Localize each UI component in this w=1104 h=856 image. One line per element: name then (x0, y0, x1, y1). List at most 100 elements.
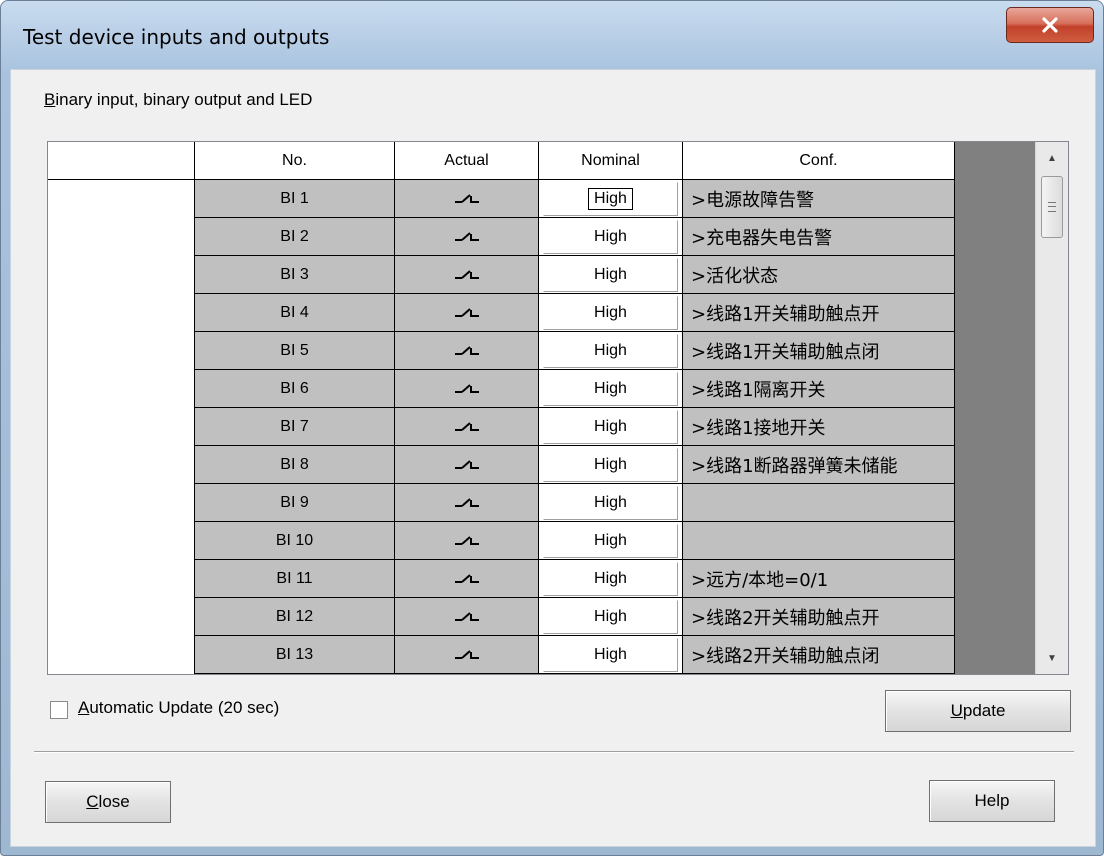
switch-open-icon (454, 649, 479, 659)
nominal-button[interactable]: High (543, 561, 678, 596)
cell-conf: >电源故障告警 (683, 180, 955, 218)
cell-no: BI 6 (195, 370, 395, 408)
vertical-scrollbar[interactable]: ▲ ▼ (1035, 142, 1068, 674)
cell-no: BI 9 (195, 484, 395, 522)
cell-actual (395, 332, 539, 370)
cell-nominal[interactable]: High (539, 598, 683, 636)
cell-actual (395, 484, 539, 522)
window-title: Test device inputs and outputs (23, 25, 330, 49)
nominal-value: High (594, 531, 627, 549)
column-header-conf[interactable]: Conf. (683, 142, 955, 180)
switch-open-icon (454, 269, 479, 279)
nominal-button[interactable]: High (543, 257, 678, 292)
corner-header-cell (48, 142, 195, 180)
cell-no: BI 3 (195, 256, 395, 294)
cell-nominal[interactable]: High (539, 636, 683, 674)
switch-open-icon (454, 193, 479, 203)
column-header-no[interactable]: No. (195, 142, 395, 180)
auto-update-checkbox[interactable] (50, 701, 68, 719)
cell-conf: >线路2开关辅助触点开 (683, 598, 955, 636)
close-button[interactable]: Close (45, 781, 171, 823)
divider (34, 751, 1074, 753)
cell-conf: >线路1断路器弹簧未储能 (683, 446, 955, 484)
io-grid: No. Actual Nominal Conf. BI 1 High >电源故障告警… (47, 141, 1069, 675)
nominal-value: High (594, 493, 627, 511)
switch-open-icon (454, 345, 479, 355)
cell-actual (395, 256, 539, 294)
cell-no: BI 13 (195, 636, 395, 674)
cell-no: BI 8 (195, 446, 395, 484)
cell-actual (395, 598, 539, 636)
nominal-button[interactable]: High (543, 295, 678, 330)
scroll-up-arrow-icon[interactable]: ▲ (1036, 142, 1068, 174)
cell-actual (395, 218, 539, 256)
scroll-down-arrow-icon[interactable]: ▼ (1036, 642, 1068, 674)
cell-actual (395, 522, 539, 560)
nominal-value: High (594, 645, 627, 663)
nominal-button[interactable]: High (543, 409, 678, 444)
nominal-value: High (594, 227, 627, 245)
nominal-value: High (594, 303, 627, 321)
dialog-client-area: Binary input, binary output and LED No. … (10, 69, 1096, 847)
auto-update-label[interactable]: Automatic Update (20 sec) (78, 698, 279, 718)
cell-no: BI 10 (195, 522, 395, 560)
dialog-window: Test device inputs and outputs Binary in… (0, 0, 1104, 856)
cell-nominal[interactable]: High (539, 408, 683, 446)
cell-no: BI 2 (195, 218, 395, 256)
cell-nominal[interactable]: High (539, 256, 683, 294)
switch-open-icon (454, 573, 479, 583)
nominal-value: High (594, 569, 627, 587)
switch-open-icon (454, 231, 479, 241)
cell-nominal[interactable]: High (539, 332, 683, 370)
cell-nominal[interactable]: High (539, 522, 683, 560)
switch-open-icon (454, 383, 479, 393)
help-button[interactable]: Help (929, 780, 1055, 822)
cell-actual (395, 180, 539, 218)
cell-nominal[interactable]: High (539, 484, 683, 522)
switch-open-icon (454, 497, 479, 507)
nominal-value: High (594, 341, 627, 359)
cell-conf: >远方/本地=0/1 (683, 560, 955, 598)
nominal-button[interactable]: High (543, 219, 678, 254)
title-bar: Test device inputs and outputs (1, 1, 1103, 69)
switch-open-icon (454, 535, 479, 545)
nominal-value: High (594, 607, 627, 625)
nominal-button[interactable]: High (543, 523, 678, 558)
update-button[interactable]: Update (885, 690, 1071, 732)
close-icon (1042, 17, 1058, 33)
nominal-button[interactable]: High (543, 181, 678, 216)
column-header-actual[interactable]: Actual (395, 142, 539, 180)
cell-conf: >线路2开关辅助触点闭 (683, 636, 955, 674)
cell-actual (395, 446, 539, 484)
cell-actual (395, 636, 539, 674)
cell-actual (395, 408, 539, 446)
cell-no: BI 4 (195, 294, 395, 332)
switch-open-icon (454, 611, 479, 621)
column-header-nominal[interactable]: Nominal (539, 142, 683, 180)
cell-conf: >线路1隔离开关 (683, 370, 955, 408)
cell-nominal[interactable]: High (539, 180, 683, 218)
cell-nominal[interactable]: High (539, 446, 683, 484)
cell-conf: >充电器失电告警 (683, 218, 955, 256)
nominal-button[interactable]: High (543, 447, 678, 482)
cell-no: BI 1 (195, 180, 395, 218)
nominal-button[interactable]: High (543, 333, 678, 368)
cell-no: BI 5 (195, 332, 395, 370)
window-close-button[interactable] (1006, 7, 1094, 43)
cell-nominal[interactable]: High (539, 294, 683, 332)
grid-empty-area (955, 142, 1035, 674)
cell-nominal[interactable]: High (539, 218, 683, 256)
cell-no: BI 7 (195, 408, 395, 446)
cell-nominal[interactable]: High (539, 370, 683, 408)
switch-open-icon (454, 421, 479, 431)
nominal-button[interactable]: High (543, 371, 678, 406)
switch-open-icon (454, 459, 479, 469)
nominal-button[interactable]: High (543, 599, 678, 634)
nominal-button[interactable]: High (543, 485, 678, 520)
scroll-thumb[interactable] (1041, 176, 1063, 238)
grip-icon (1048, 202, 1056, 212)
cell-conf (683, 484, 955, 522)
nominal-button[interactable]: High (543, 637, 678, 672)
cell-nominal[interactable]: High (539, 560, 683, 598)
switch-open-icon (454, 307, 479, 317)
